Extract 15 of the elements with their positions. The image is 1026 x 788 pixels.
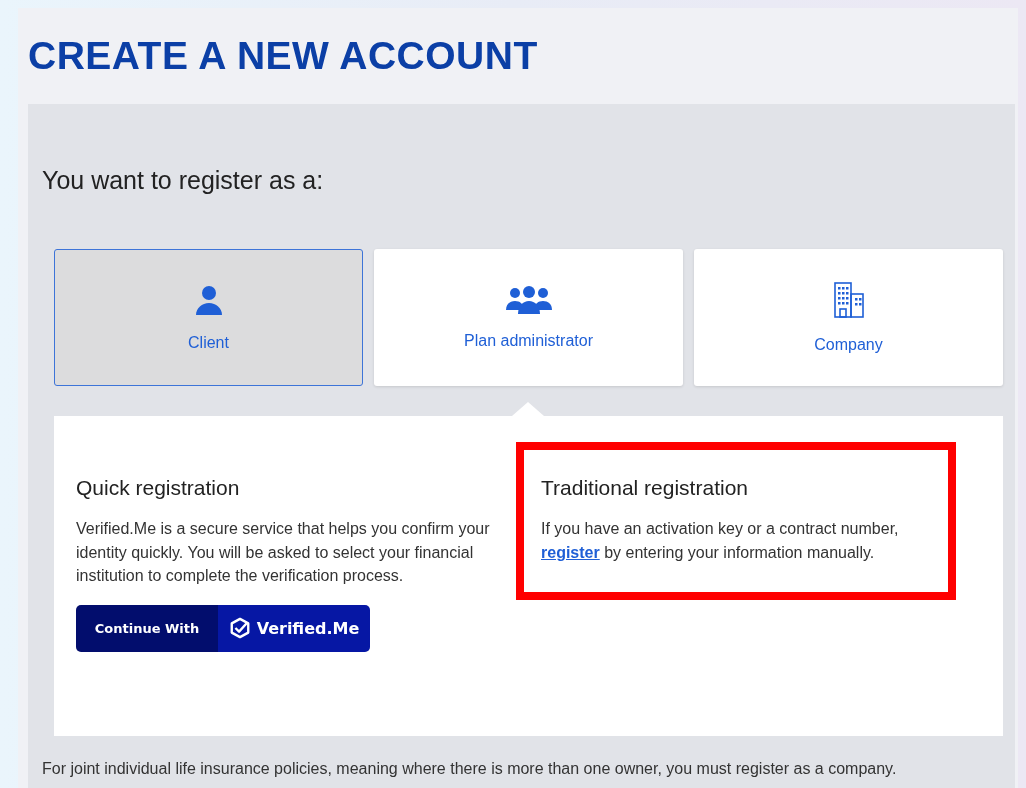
option-description: If you have an activation key or a contract number, register by entering your information manually. <box>541 519 900 563</box>
register-link[interactable]: register <box>541 543 600 561</box>
option-title: Traditional registration <box>541 476 749 500</box>
building-icon <box>833 281 864 318</box>
footnote-text: For joint individual life insurance policies, meaning where there is more than one owner, you must register as a company. <box>42 760 898 778</box>
page-title: CREATE A NEW ACCOUNT <box>28 34 538 78</box>
option-title: Quick registration <box>76 476 241 500</box>
shield-check-icon <box>228 617 251 639</box>
option-description: Verified.Me is a secure service that helps you confirm your identity quickly. You will be asked to select your financial institution to complete the verification process. <box>76 519 491 586</box>
account-type-card[interactable]: Plan administrator <box>374 249 683 386</box>
verified-me-button[interactable]: Continue With Verified.Me <box>76 604 370 652</box>
section-heading: You want to register as a: <box>42 166 325 195</box>
account-type-card[interactable]: Client <box>54 249 363 386</box>
group-icon <box>505 285 552 314</box>
account-type-card[interactable]: Company <box>694 249 1003 386</box>
